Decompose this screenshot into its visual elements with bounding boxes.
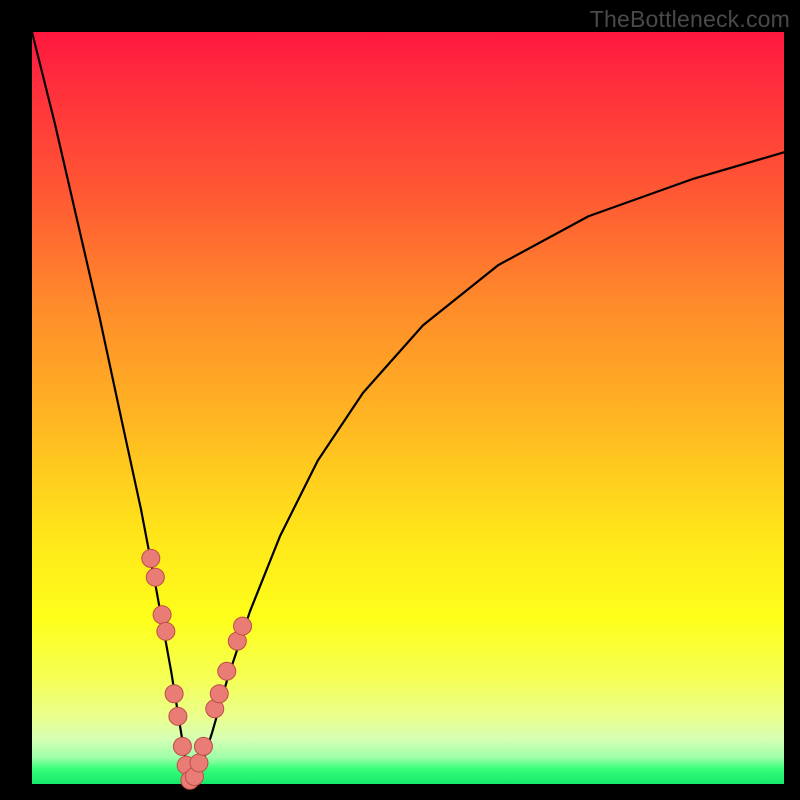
- data-marker: [234, 617, 252, 635]
- data-marker: [169, 707, 187, 725]
- marker-group: [142, 549, 252, 789]
- data-marker: [165, 685, 183, 703]
- data-marker: [153, 606, 171, 624]
- outer-frame: TheBottleneck.com: [0, 0, 800, 800]
- bottleneck-curve: [32, 32, 784, 782]
- data-marker: [194, 737, 212, 755]
- data-marker: [157, 622, 175, 640]
- data-marker: [210, 685, 228, 703]
- watermark-text: TheBottleneck.com: [590, 6, 790, 33]
- data-marker: [190, 754, 208, 772]
- data-marker: [142, 549, 160, 567]
- data-marker: [218, 662, 236, 680]
- data-marker: [173, 737, 191, 755]
- data-marker: [146, 568, 164, 586]
- curve-layer: [32, 32, 784, 784]
- plot-area: [32, 32, 784, 784]
